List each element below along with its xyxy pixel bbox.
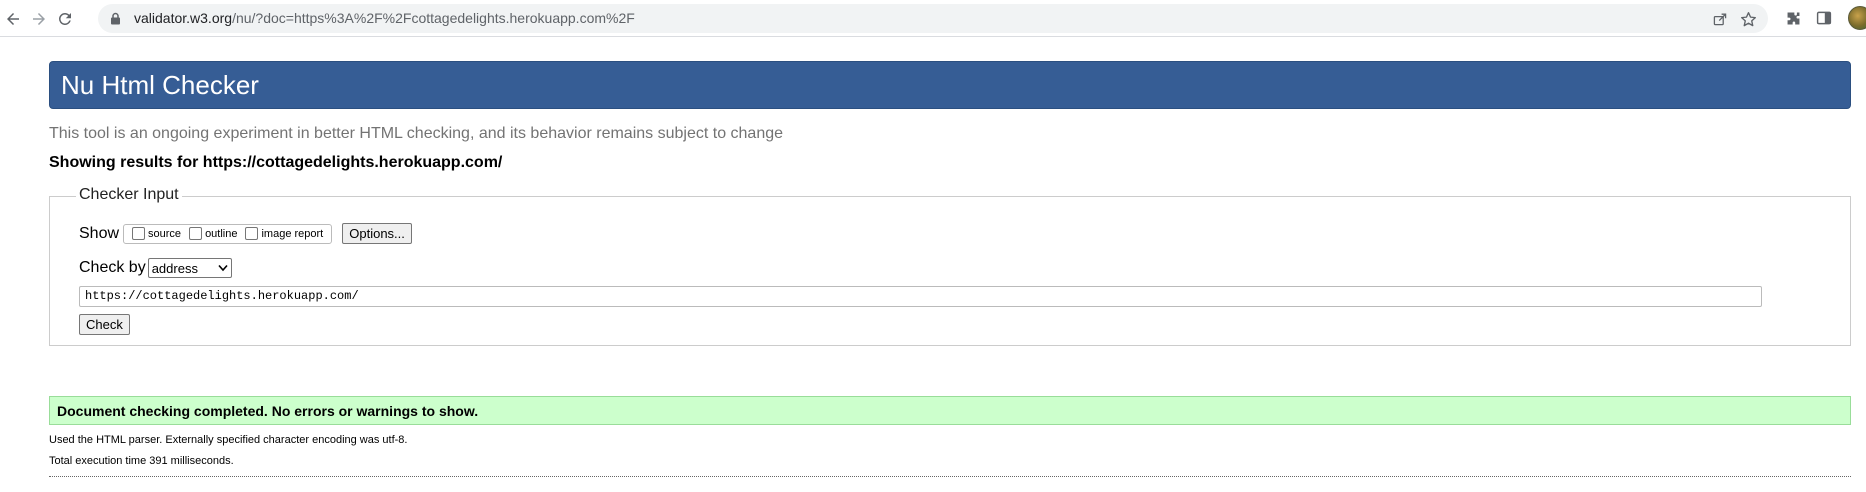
validator-page: Nu Html Checker This tool is an ongoing … (0, 38, 1866, 492)
success-message-box: Document checking completed. No errors o… (49, 396, 1851, 425)
check-by-row: Check by address (79, 258, 232, 278)
forward-icon[interactable] (26, 6, 52, 32)
outline-checkbox-label[interactable]: outline (205, 228, 237, 240)
star-icon[interactable] (1738, 9, 1758, 29)
checker-input-legend: Checker Input (76, 186, 182, 204)
image-report-checkbox-label[interactable]: image report (261, 228, 323, 240)
image-report-checkbox[interactable] (245, 227, 259, 240)
document-url-input[interactable]: https://cottagedelights.herokuapp.com/ (79, 286, 1762, 307)
chevron-down-icon (218, 264, 228, 272)
header-bar: Nu Html Checker (49, 61, 1851, 109)
success-message: Document checking completed. No errors o… (57, 403, 479, 419)
reload-icon[interactable] (52, 6, 78, 32)
show-label: Show (79, 224, 120, 242)
side-panel-icon[interactable] (1813, 7, 1835, 29)
tagline: This tool is an ongoing experiment in be… (49, 125, 784, 142)
parser-info: Used the HTML parser. Externally specifi… (49, 434, 408, 446)
extensions-icon[interactable] (1782, 7, 1804, 29)
check-by-select[interactable]: address (147, 258, 232, 278)
source-checkbox[interactable] (132, 227, 146, 240)
url-path: /nu/?doc=https%3A%2F%2Fcottagedelights.h… (232, 10, 635, 26)
url-host: validator.w3.org (134, 10, 233, 26)
browser-toolbar: validator.w3.org/nu/?doc=https%3A%2F%2Fc… (0, 0, 1866, 37)
show-options-group: source outline image report (123, 223, 333, 244)
address-bar[interactable]: validator.w3.org/nu/?doc=https%3A%2F%2Fc… (98, 4, 1768, 33)
execution-time: Total execution time 391 milliseconds. (49, 455, 234, 467)
share-icon[interactable] (1710, 9, 1730, 29)
check-by-label: Check by (79, 259, 146, 276)
lock-icon[interactable] (110, 12, 121, 25)
back-icon[interactable] (0, 6, 26, 32)
check-by-selected: address (151, 260, 198, 276)
options-button[interactable]: Options... (342, 223, 412, 244)
check-button[interactable]: Check (79, 314, 130, 335)
outline-checkbox[interactable] (189, 227, 203, 240)
source-checkbox-label[interactable]: source (148, 228, 181, 240)
showing-results: Showing results for https://cottagedelig… (49, 154, 503, 171)
url-text[interactable]: validator.w3.org/nu/?doc=https%3A%2F%2Fc… (134, 10, 635, 26)
checker-input-fieldset: Checker Input Show source outline image … (49, 186, 1851, 346)
divider (49, 476, 1851, 477)
page-title: Nu Html Checker (61, 70, 259, 100)
show-row: Show source outline image report Options… (79, 223, 412, 244)
profile-avatar[interactable] (1848, 6, 1866, 30)
